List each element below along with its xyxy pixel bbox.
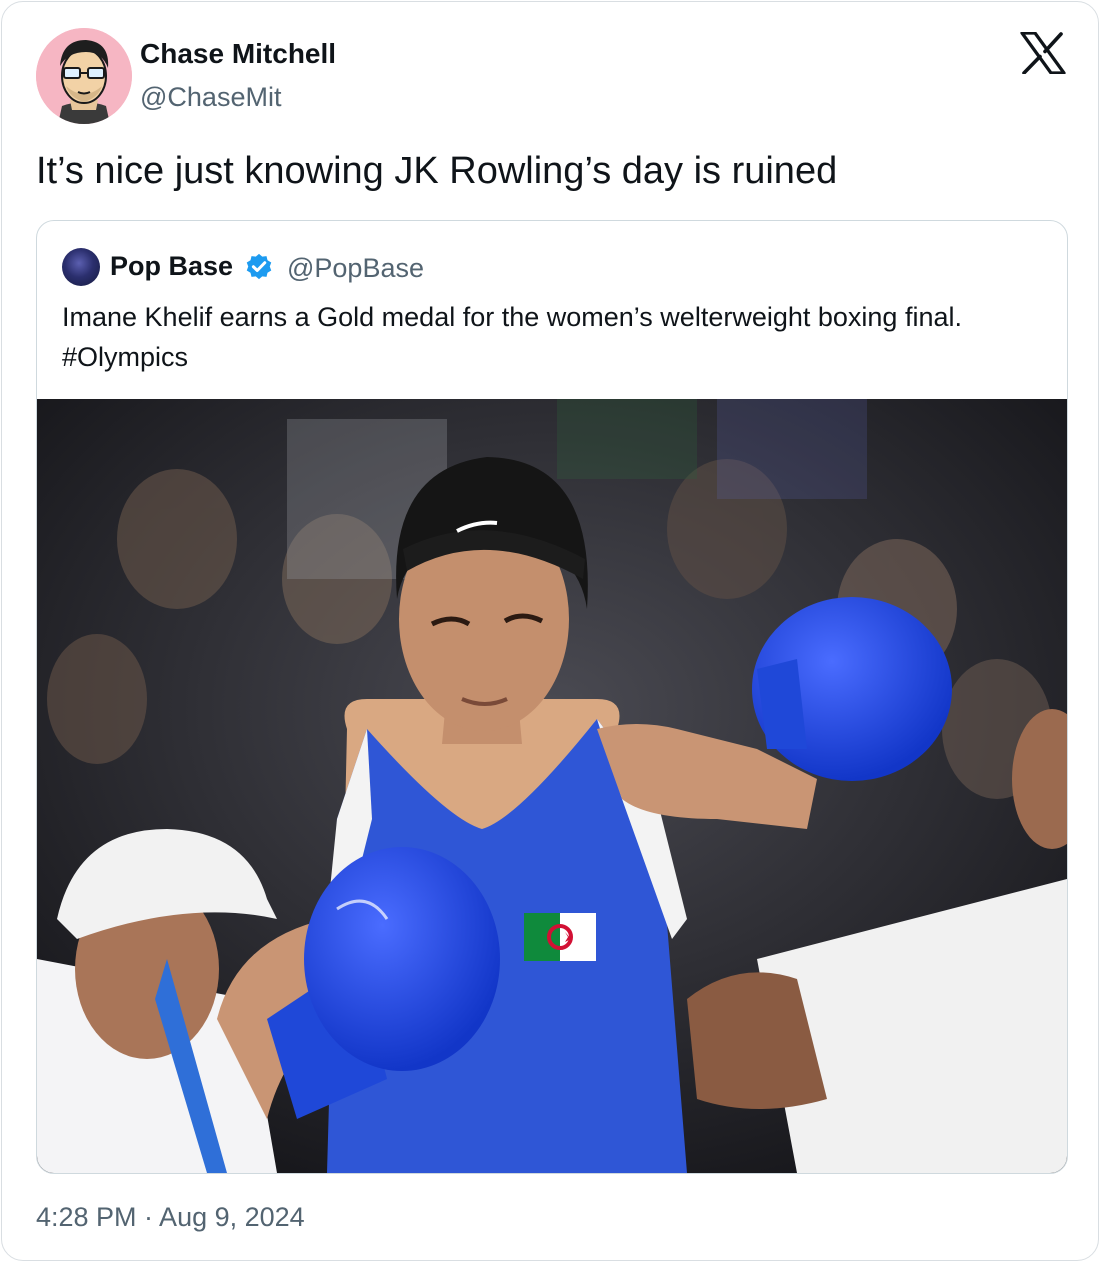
tweet-text: It’s nice just knowing JK Rowling’s day … xyxy=(36,150,838,192)
tweet-card: Chase Mitchell @ChaseMit It’s nice just … xyxy=(1,1,1099,1261)
quoted-author-handle[interactable]: @PopBase xyxy=(287,253,424,284)
verified-badge-icon xyxy=(246,253,272,280)
tweet-timestamp[interactable]: 4:28 PM · Aug 9, 2024 xyxy=(36,1202,305,1233)
tweet-photo[interactable] xyxy=(37,399,1067,1173)
author-avatar[interactable] xyxy=(36,28,132,124)
x-logo-icon[interactable] xyxy=(1020,31,1066,75)
quoted-author-avatar[interactable] xyxy=(62,248,100,286)
cartoon-face-avatar-icon xyxy=(36,28,132,124)
quoted-tweet-text: Imane Khelif earns a Gold medal for the … xyxy=(62,302,962,372)
boxer-photo-illustration xyxy=(37,399,1067,1173)
quoted-author-display-name[interactable]: Pop Base xyxy=(110,251,233,282)
quoted-tweet[interactable]: Pop Base @PopBase Imane Khelif earns a G… xyxy=(36,220,1068,1174)
author-handle[interactable]: @ChaseMit xyxy=(140,82,281,113)
author-display-name[interactable]: Chase Mitchell xyxy=(140,38,336,70)
